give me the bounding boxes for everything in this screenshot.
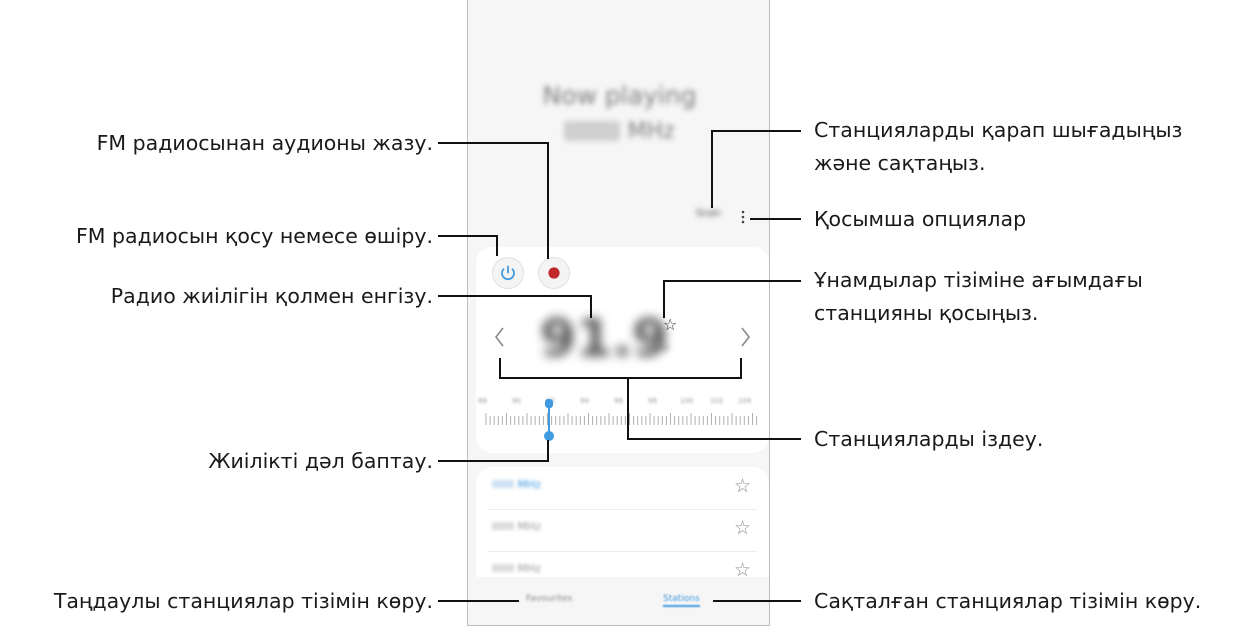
record-icon[interactable]: [538, 257, 570, 289]
star-outline-icon[interactable]: ☆: [734, 475, 751, 497]
add-favorite-callout-line1: Ұнамдылар тізіміне ағымдағы: [814, 268, 1143, 292]
tuner-ticks[interactable]: [476, 395, 769, 455]
current-frequency[interactable]: 91.9: [540, 309, 668, 369]
tuner-handle: [544, 431, 554, 441]
more-options-callout: Қосымша опциялар: [814, 207, 1027, 231]
power-icon[interactable]: [492, 257, 524, 289]
manual-frequency-callout: Радио жиілігін қолмен енгізу.: [110, 284, 433, 308]
list-item[interactable]: MHz ☆: [488, 509, 757, 552]
chevron-right-icon[interactable]: [739, 325, 753, 349]
scan-callout-line1: Станцияларды қарап шығадыңыз: [814, 118, 1183, 142]
favorites-list-callout: Таңдаулы станциялар тізімін көру.: [53, 589, 433, 613]
bottom-tabs: Favourites Stations: [468, 577, 769, 625]
more-vertical-icon[interactable]: [741, 209, 745, 224]
tab-favorites[interactable]: Favourites: [526, 594, 572, 604]
chevron-left-icon[interactable]: [492, 325, 506, 349]
fine-tune-callout: Жиілікті дәл баптау.: [208, 449, 433, 473]
now-playing-frequency: MHz: [468, 119, 769, 144]
tuner-top-handle: [545, 399, 553, 408]
search-stations-callout: Станцияларды іздеу.: [814, 427, 1044, 451]
power-callout: FM радиосын қосу немесе өшіру.: [76, 224, 433, 248]
scan-button[interactable]: Scan: [696, 208, 720, 219]
list-item[interactable]: MHz ☆: [488, 467, 757, 510]
tab-stations[interactable]: Stations: [663, 594, 700, 607]
saved-list-callout: Сақталған станциялар тізімін көру.: [814, 589, 1202, 613]
frequency-unit: MHz: [646, 341, 670, 354]
scan-callout-line2: және сақтаңыз.: [814, 151, 986, 175]
now-playing-title: Now playing: [542, 81, 697, 110]
radio-app-screen: Now playing MHz Scan ☆ 91.9 MHz 88 90 92…: [467, 0, 770, 626]
record-callout: FM радиосынан аудионы жазу.: [96, 131, 433, 155]
add-favorite-callout-line2: станцияны қосыңыз.: [814, 301, 1039, 325]
tuner-panel: ☆ 91.9 MHz 88 90 92 94 96 98 100 102 104: [476, 247, 769, 453]
star-outline-icon[interactable]: ☆: [734, 517, 751, 539]
